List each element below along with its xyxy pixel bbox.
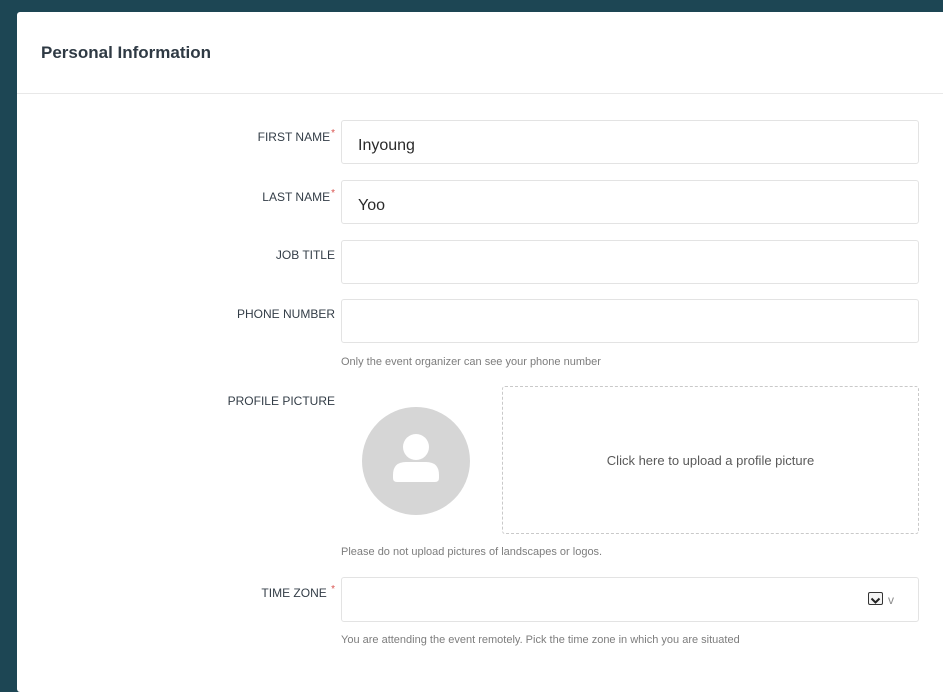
- dropdown-arrow-glyph: v: [888, 593, 894, 607]
- required-mark: *: [331, 128, 335, 139]
- first-name-label-text: FIRST NAME: [257, 130, 331, 144]
- job-title-label: JOB TITLE: [275, 248, 335, 262]
- phone-number-label: PHONE NUMBER: [236, 307, 335, 321]
- phone-number-input[interactable]: [341, 299, 919, 343]
- phone-number-hint: Only the event organizer can see your ph…: [341, 356, 601, 368]
- required-mark: *: [331, 188, 335, 199]
- first-name-label: FIRST NAME*: [258, 128, 335, 144]
- time-zone-select[interactable]: v: [341, 577, 919, 622]
- profile-picture-label: PROFILE PICTURE: [227, 394, 335, 408]
- job-title-input[interactable]: [341, 240, 919, 284]
- user-silhouette-icon: [393, 434, 439, 482]
- profile-picture-upload-area[interactable]: Click here to upload a profile picture: [502, 386, 919, 534]
- dropdown-checkbox-icon[interactable]: [868, 592, 883, 605]
- last-name-input[interactable]: [341, 180, 919, 224]
- first-name-input[interactable]: [341, 120, 919, 164]
- time-zone-hint: You are attending the event remotely. Pi…: [341, 634, 740, 646]
- last-name-label: LAST NAME*: [262, 188, 335, 204]
- personal-information-card: Personal Information FIRST NAME* LAST NA…: [17, 12, 943, 692]
- time-zone-label: TIME ZONE *: [261, 584, 335, 600]
- required-mark: *: [331, 584, 335, 595]
- last-name-label-text: LAST NAME: [262, 190, 331, 204]
- profile-picture-hint: Please do not upload pictures of landsca…: [341, 546, 603, 558]
- avatar-placeholder: [362, 407, 470, 515]
- upload-prompt-text: Click here to upload a profile picture: [606, 452, 815, 468]
- chevron-down-icon: [870, 597, 881, 604]
- card-header: Personal Information: [17, 12, 943, 94]
- time-zone-label-text: TIME ZONE: [261, 586, 327, 600]
- section-title: Personal Information: [41, 43, 212, 62]
